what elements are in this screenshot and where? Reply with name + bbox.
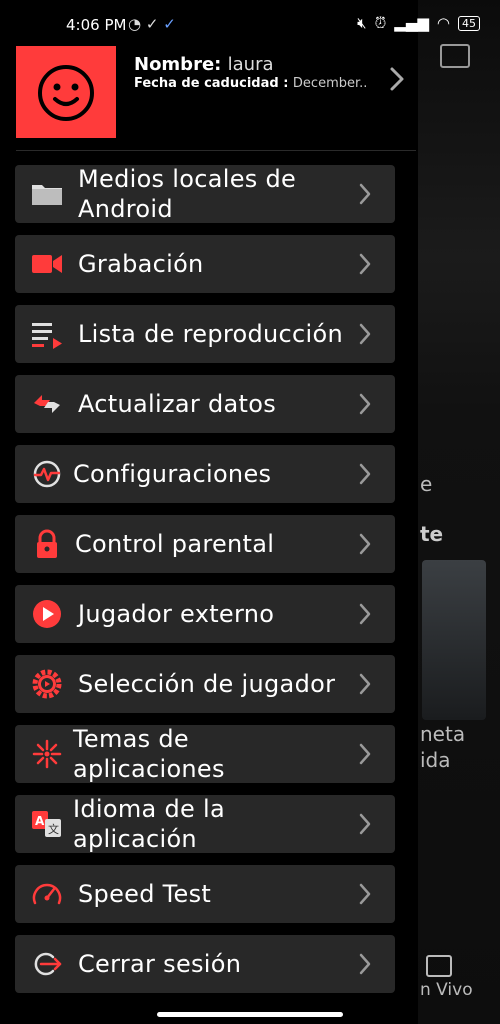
chevron-right-icon: [359, 813, 371, 835]
expiry-date: Fecha de caducidad : December..: [134, 76, 374, 91]
chevron-right-icon: [359, 883, 371, 905]
chevron-right-icon: [359, 253, 371, 275]
menu-item-settings[interactable]: Configuraciones: [15, 445, 395, 503]
menu-item-parental-control[interactable]: Control parental: [15, 515, 395, 573]
chevron-right-icon: [359, 183, 371, 205]
signal-icon: ▂▄▆: [394, 14, 429, 32]
menu-item-external-player[interactable]: Jugador externo: [15, 585, 395, 643]
notification-icons: ◔ ✓ ✓: [128, 15, 176, 33]
settings-pulse-icon: [33, 460, 61, 488]
chevron-right-icon[interactable]: [388, 66, 406, 92]
chevron-right-icon: [359, 953, 371, 975]
alarm-icon: ⏰︎: [374, 14, 387, 32]
menu-item-label: Temas de aplicaciones: [73, 725, 225, 783]
menu-item-update-data[interactable]: Actualizar datos: [15, 375, 395, 433]
menu-item-label: Cerrar sesión: [78, 950, 242, 978]
bg-text-en-vivo: n Vivo: [420, 980, 473, 1000]
name-label: Nombre:: [134, 54, 222, 75]
chevron-right-icon: [359, 463, 371, 485]
menu-item-local-media[interactable]: Medios locales de Android: [15, 165, 395, 223]
name-value: laura: [227, 54, 274, 75]
chevron-right-icon: [359, 673, 371, 695]
menu-item-label: Jugador externo: [78, 600, 275, 628]
player-gear-icon: [32, 669, 62, 699]
chevron-right-icon: [359, 393, 371, 415]
cast-icon[interactable]: [440, 44, 470, 68]
battery-icon: 45: [458, 15, 480, 31]
mute-icon: 🔇︎: [357, 14, 367, 32]
logout-icon: [34, 952, 62, 976]
menu-item-playlist[interactable]: Lista de reproducción: [15, 305, 395, 363]
drawer-menu: Medios locales de Android Grabación List…: [15, 165, 395, 1005]
navigation-drawer: Nombre: laura Fecha de caducidad : Decem…: [0, 0, 418, 1024]
theme-burst-icon: [32, 739, 62, 769]
avatar: [16, 46, 116, 138]
menu-item-player-selection[interactable]: Selección de jugador: [15, 655, 395, 713]
status-time: 4:06 PM: [66, 16, 127, 34]
bg-text-ida: ida: [420, 748, 451, 772]
profile-header[interactable]: Nombre: laura Fecha de caducidad : Decem…: [0, 46, 418, 150]
gesture-navigation-bar[interactable]: [157, 1012, 343, 1017]
refresh-icon: [34, 395, 60, 413]
menu-item-label: Lista de reproducción: [78, 320, 343, 348]
bg-text-neta: neta: [420, 722, 466, 746]
chevron-right-icon: [359, 533, 371, 555]
folder-icon: [32, 185, 62, 205]
menu-item-app-themes[interactable]: Temas de aplicaciones: [15, 725, 395, 783]
menu-item-recording[interactable]: Grabación: [15, 235, 395, 293]
wifi-icon: ◠: [436, 14, 450, 32]
menu-item-logout[interactable]: Cerrar sesión: [15, 935, 395, 993]
chevron-right-icon: [359, 603, 371, 625]
menu-item-label: Actualizar datos: [78, 390, 276, 418]
tv-icon: [426, 955, 452, 977]
translate-icon: A 文: [32, 811, 61, 837]
expiry-value: December..: [292, 76, 368, 91]
bg-text-e: e: [420, 472, 433, 496]
user-name: Nombre: laura: [134, 54, 274, 75]
svg-text:文: 文: [48, 822, 59, 836]
chevron-right-icon: [359, 743, 371, 765]
menu-item-label: Idioma de la aplicación: [73, 795, 225, 853]
lock-icon: [37, 529, 57, 558]
chevron-right-icon: [359, 323, 371, 345]
svg-text:A: A: [35, 814, 45, 828]
system-icons: 🔇︎ ⏰︎ ▂▄▆ ◠ 45: [357, 14, 480, 32]
menu-item-label: Selección de jugador: [78, 670, 336, 698]
menu-item-label: Control parental: [75, 530, 275, 558]
menu-item-label: Medios locales de Android: [78, 165, 297, 223]
expiry-label: Fecha de caducidad :: [134, 76, 289, 91]
video-camera-icon: [32, 255, 62, 273]
menu-item-label: Speed Test: [78, 880, 212, 908]
play-circle-icon: [33, 600, 61, 628]
menu-item-speed-test[interactable]: Speed Test: [15, 865, 395, 923]
bg-poster[interactable]: [422, 560, 486, 720]
divider: [16, 150, 416, 151]
playlist-icon: [32, 323, 62, 349]
menu-item-label: Configuraciones: [73, 460, 272, 488]
status-bar: 4:06 PM ◔ ✓ ✓ 🔇︎ ⏰︎ ▂▄▆ ◠ 45: [0, 0, 500, 46]
menu-item-app-language[interactable]: A 文 Idioma de la aplicación: [15, 795, 395, 853]
speedometer-icon: [32, 883, 62, 905]
bg-text-te: te: [420, 522, 444, 546]
menu-item-label: Grabación: [78, 250, 204, 278]
smiley-face-icon: [38, 65, 94, 121]
